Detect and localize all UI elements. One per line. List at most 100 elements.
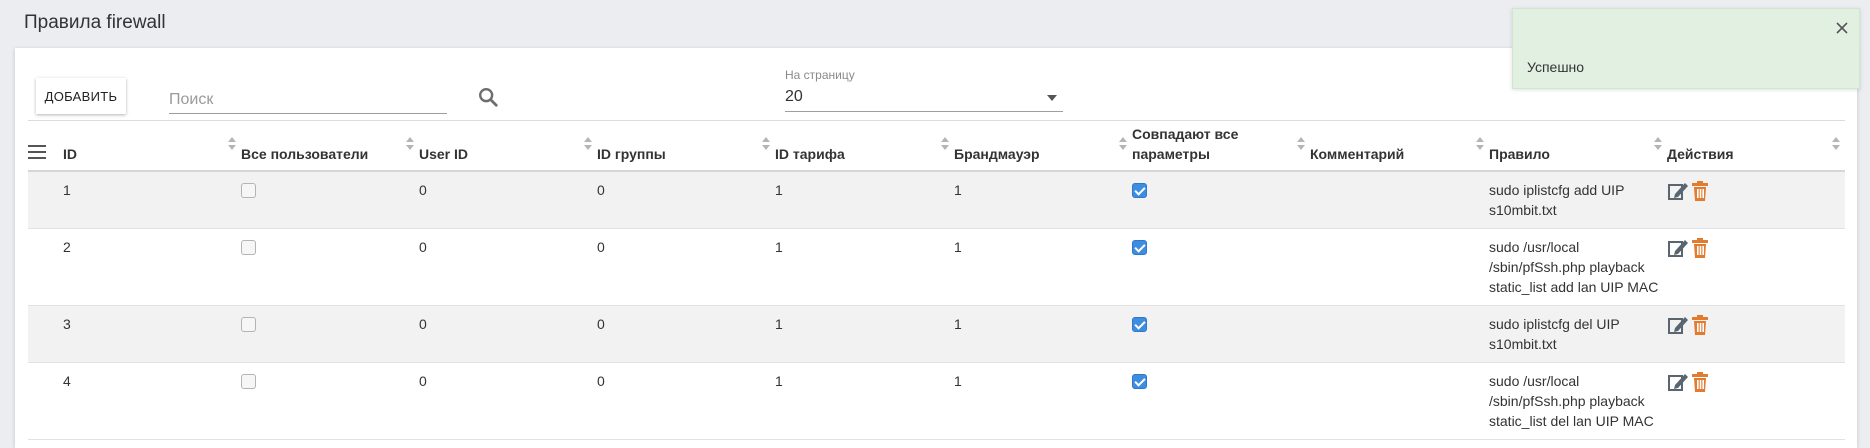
cell-match-all	[1132, 170, 1310, 229]
cell-actions	[1667, 305, 1845, 363]
all-users-checkbox[interactable]	[241, 316, 256, 332]
column-header-match-all[interactable]: Совпадают все параметры	[1132, 120, 1310, 172]
all-users-checkbox[interactable]	[241, 239, 256, 255]
add-button[interactable]: ДОБАВИТЬ	[36, 78, 126, 114]
cell-tariff-id: 1	[775, 228, 954, 306]
per-page-select[interactable]: 20	[785, 84, 1063, 112]
match-all-checkbox[interactable]	[1132, 182, 1147, 198]
cell-rule: sudo iplistcfg add UIP s10mbit.txt	[1489, 170, 1667, 229]
edit-icon[interactable]	[1667, 180, 1689, 202]
row-spacer	[28, 362, 63, 440]
sort-icon[interactable]	[1475, 137, 1485, 153]
all-users-checkbox[interactable]	[241, 182, 256, 198]
column-header-firewall[interactable]: Брандмауэр	[954, 120, 1132, 172]
cell-id: 2	[63, 228, 241, 306]
cell-rule: sudo iplistcfg del UIP s10mbit.txt	[1489, 305, 1667, 363]
edit-icon[interactable]	[1667, 314, 1689, 336]
sort-icon[interactable]	[1296, 137, 1306, 153]
column-header-comment[interactable]: Комментарий	[1310, 120, 1489, 172]
cell-id: 1	[63, 170, 241, 229]
sort-icon[interactable]	[940, 137, 950, 153]
cell-all-users	[241, 228, 419, 306]
cell-match-all	[1132, 228, 1310, 306]
cell-firewall: 1	[954, 362, 1132, 440]
match-all-checkbox[interactable]	[1132, 239, 1147, 255]
sort-icon[interactable]	[405, 137, 415, 153]
per-page-label: На страницу	[785, 68, 855, 82]
content-card: ДОБАВИТЬ На страницу 20 ID Все пользоват…	[15, 48, 1857, 448]
column-header-group-id[interactable]: ID группы	[597, 120, 775, 172]
sort-icon[interactable]	[761, 137, 771, 153]
search-field	[169, 86, 447, 114]
column-header-rule[interactable]: Правило	[1489, 120, 1667, 172]
cell-all-users	[241, 362, 419, 440]
cell-id: 3	[63, 305, 241, 363]
table-row: 4 0 0 1 1 sudo /usr/local /sbin/pfSsh.ph…	[28, 362, 1845, 440]
table-row: 3 0 0 1 1 sudo iplistcfg del UIP s10mbit…	[28, 305, 1845, 363]
trash-icon[interactable]	[1689, 371, 1711, 393]
rules-table: ID Все пользователи User ID ID группы ID…	[28, 120, 1845, 440]
sort-icon[interactable]	[583, 137, 593, 153]
match-all-checkbox[interactable]	[1132, 373, 1147, 389]
table-row: 1 0 0 1 1 sudo iplistcfg add UIP s10mbit…	[28, 170, 1845, 229]
cell-firewall: 1	[954, 305, 1132, 363]
trash-icon[interactable]	[1689, 237, 1711, 259]
cell-rule: sudo /usr/local /sbin/pfSsh.php playback…	[1489, 228, 1667, 306]
sort-icon[interactable]	[1653, 137, 1663, 153]
column-menu-cell	[28, 120, 63, 172]
cell-group-id: 0	[597, 362, 775, 440]
sort-icon[interactable]	[1831, 137, 1841, 153]
cell-group-id: 0	[597, 170, 775, 229]
cell-firewall: 1	[954, 170, 1132, 229]
cell-actions	[1667, 170, 1845, 229]
chevron-down-icon	[1047, 95, 1057, 101]
cell-tariff-id: 1	[775, 362, 954, 440]
cell-comment	[1310, 305, 1489, 363]
cell-firewall: 1	[954, 228, 1132, 306]
edit-icon[interactable]	[1667, 237, 1689, 259]
success-toast: Успешно	[1512, 8, 1860, 89]
cell-match-all	[1132, 305, 1310, 363]
table-body: 1 0 0 1 1 sudo iplistcfg add UIP s10mbit…	[28, 170, 1845, 440]
column-header-id[interactable]: ID	[63, 120, 241, 172]
match-all-checkbox[interactable]	[1132, 316, 1147, 332]
cell-all-users	[241, 305, 419, 363]
column-header-user-id[interactable]: User ID	[419, 120, 597, 172]
table-header-row: ID Все пользователи User ID ID группы ID…	[28, 120, 1845, 172]
cell-comment	[1310, 362, 1489, 440]
cell-actions	[1667, 362, 1845, 440]
menu-icon[interactable]	[28, 145, 46, 161]
close-icon[interactable]	[1835, 21, 1849, 35]
cell-actions	[1667, 228, 1845, 306]
cell-comment	[1310, 170, 1489, 229]
all-users-checkbox[interactable]	[241, 373, 256, 389]
column-header-tariff-id[interactable]: ID тарифа	[775, 120, 954, 172]
sort-icon[interactable]	[227, 137, 237, 153]
sort-icon[interactable]	[1118, 137, 1128, 153]
cell-user-id: 0	[419, 305, 597, 363]
cell-user-id: 0	[419, 170, 597, 229]
edit-icon[interactable]	[1667, 371, 1689, 393]
cell-group-id: 0	[597, 305, 775, 363]
cell-rule: sudo /usr/local /sbin/pfSsh.php playback…	[1489, 362, 1667, 440]
row-spacer	[28, 305, 63, 363]
cell-comment	[1310, 228, 1489, 306]
cell-user-id: 0	[419, 228, 597, 306]
cell-match-all	[1132, 362, 1310, 440]
column-header-actions[interactable]: Действия	[1667, 120, 1845, 172]
page-title: Правила firewall	[24, 12, 166, 33]
trash-icon[interactable]	[1689, 180, 1711, 202]
toast-message: Успешно	[1527, 59, 1585, 75]
row-spacer	[28, 228, 63, 306]
row-spacer	[28, 170, 63, 229]
cell-tariff-id: 1	[775, 305, 954, 363]
cell-tariff-id: 1	[775, 170, 954, 229]
table-row: 2 0 0 1 1 sudo /usr/local /sbin/pfSsh.ph…	[28, 228, 1845, 306]
cell-id: 4	[63, 362, 241, 440]
cell-all-users	[241, 170, 419, 229]
per-page-value: 20	[785, 88, 803, 105]
search-input[interactable]	[169, 86, 447, 112]
trash-icon[interactable]	[1689, 314, 1711, 336]
search-icon[interactable]	[477, 86, 501, 110]
column-header-all-users[interactable]: Все пользователи	[241, 120, 419, 172]
